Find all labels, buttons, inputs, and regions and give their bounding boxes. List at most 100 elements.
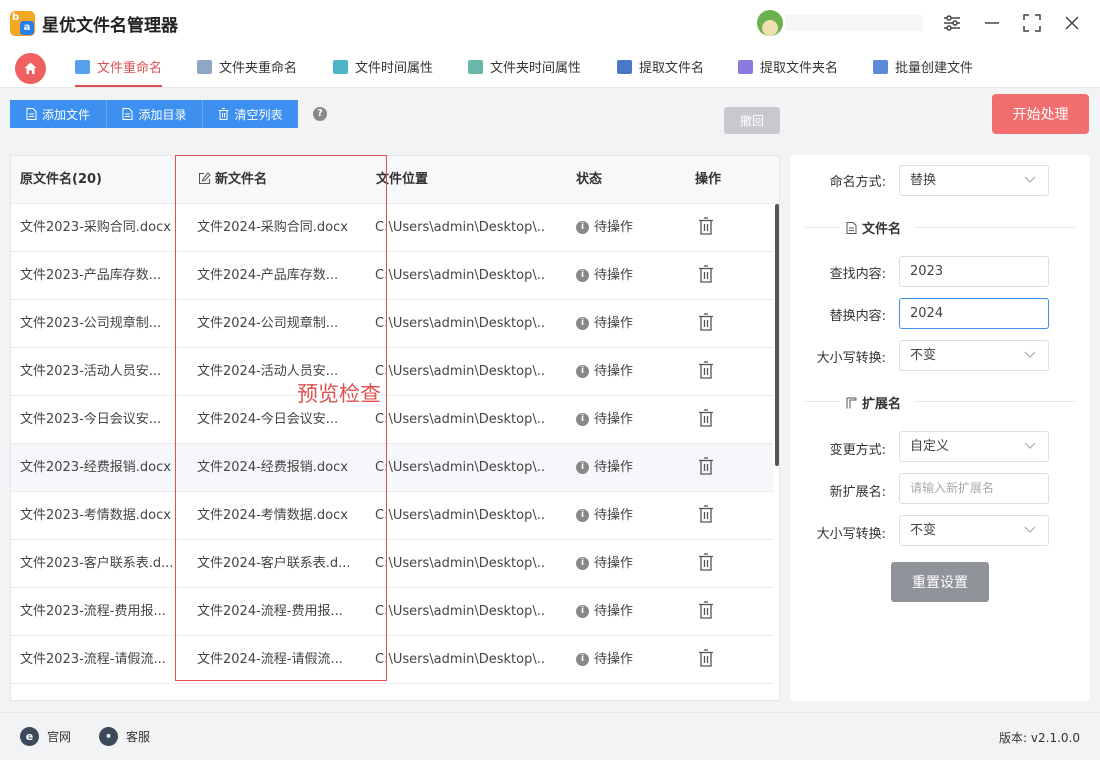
delete-row-icon[interactable] [698, 601, 714, 619]
folder-rename-icon [197, 59, 212, 74]
delete-row-icon[interactable] [698, 265, 714, 283]
extension-case-label: 大小写转换: [816, 527, 886, 542]
location-cell: C:\Users\admin\Desktop\... [375, 220, 545, 235]
table-row[interactable]: 文件2023-产品库存数... 文件2024-产品库存数... C:\Users\a… [11, 252, 773, 300]
table-row[interactable]: 文件2023-流程-请假流... 文件2024-流程-请假流... C:\Users… [11, 636, 773, 684]
original-name-cell: 文件2023-考情数据.docx [20, 508, 171, 523]
original-name-cell: 文件2023-客户联系表.d... [20, 556, 174, 571]
original-name-cell: 文件2023-今日会议安... [20, 412, 162, 427]
maximize-icon[interactable] [1020, 11, 1044, 35]
support-link[interactable]: • 客服 [99, 727, 150, 746]
tab-bar: 文件重命名 文件夹重命名 文件时间属性 文件夹时间属性 提取文件名 提取文件夹名… [0, 46, 1100, 88]
minimize-icon[interactable] [980, 11, 1004, 35]
tab-extract-foldername[interactable]: 提取文件夹名 [738, 46, 838, 87]
website-link[interactable]: e 官网 [20, 727, 71, 746]
table-row[interactable]: 文件2023-经费报销.docx 文件2024-经费报销.docx C:\Users… [11, 444, 773, 492]
add-file-button[interactable]: 添加文件 [10, 100, 107, 128]
file-icon [122, 108, 133, 120]
file-icon [846, 221, 857, 234]
delete-row-icon[interactable] [698, 361, 714, 379]
delete-row-icon[interactable] [698, 649, 714, 667]
settings-icon[interactable] [940, 11, 964, 35]
delete-row-icon[interactable] [698, 457, 714, 475]
delete-row-icon[interactable] [698, 313, 714, 331]
table-row[interactable]: 文件2023-考情数据.docx 文件2024-考情数据.docx C:\Users… [11, 492, 773, 540]
find-input[interactable]: 2023 [899, 256, 1049, 287]
extension-section-title: 扩展名 [846, 393, 901, 412]
table-scrollbar[interactable] [775, 204, 779, 466]
status-cell: i 待操作 [576, 396, 633, 443]
tab-file-rename[interactable]: 文件重命名 [75, 46, 163, 87]
info-icon: i [576, 413, 589, 426]
status-cell: i 待操作 [576, 204, 633, 251]
table-row[interactable]: 文件2023-公司规章制... 文件2024-公司规章制... C:\Users\a… [11, 300, 773, 348]
status-cell: i 待操作 [576, 444, 633, 491]
table-row[interactable]: 文件2023-今日会议安... 文件2024-今日会议安... C:\Users\a… [11, 396, 773, 444]
delete-row-icon[interactable] [698, 217, 714, 235]
case-select[interactable]: 不变 [899, 340, 1049, 371]
edit-icon [199, 172, 211, 184]
home-button[interactable] [15, 53, 46, 84]
status-cell: i 待操作 [576, 492, 633, 539]
app-logo: b a [10, 11, 35, 36]
status-cell: i 待操作 [576, 588, 633, 635]
delete-row-icon[interactable] [698, 505, 714, 523]
info-icon: i [576, 605, 589, 618]
location-cell: C:\Users\admin\Desktop\... [375, 412, 545, 427]
tab-file-time[interactable]: 文件时间属性 [333, 46, 433, 87]
naming-method-select[interactable]: 替换 [899, 165, 1049, 196]
new-name-cell: 文件2024-流程-费用报... [197, 604, 343, 619]
new-extension-label: 新扩展名: [829, 485, 886, 500]
original-name-cell: 文件2023-经费报销.docx [20, 460, 171, 475]
delete-row-icon[interactable] [698, 409, 714, 427]
close-icon[interactable] [1060, 11, 1084, 35]
status-cell: i 待操作 [576, 540, 633, 587]
new-name-cell: 文件2024-流程-请假流... [197, 652, 343, 667]
user-avatar[interactable] [757, 10, 783, 36]
tab-batch-create[interactable]: 批量创建文件 [873, 46, 973, 87]
tab-folder-rename[interactable]: 文件夹重命名 [197, 46, 297, 87]
table-row[interactable]: 文件2023-客户联系表.d... 文件2024-客户联系表.d... C:\Use… [11, 540, 773, 588]
extract-foldername-icon [738, 59, 753, 74]
table-row[interactable]: 文件2023-采购合同.docx 文件2024-采购合同.docx C:\Users… [11, 204, 773, 252]
replace-label: 替换内容: [829, 309, 886, 324]
new-name-cell: 文件2024-经费报销.docx [197, 460, 348, 475]
clear-list-button[interactable]: 清空列表 [203, 100, 298, 128]
tab-extract-filename[interactable]: 提取文件名 [617, 46, 704, 87]
reset-button[interactable]: 重置设置 [891, 562, 989, 602]
trash-icon [218, 108, 229, 120]
info-icon: i [576, 317, 589, 330]
user-name-redacted [785, 15, 923, 31]
extension-case-select[interactable]: 不变 [899, 515, 1049, 546]
table-row[interactable]: 文件2023-流程-费用报... 文件2024-流程-费用报... C:\Users… [11, 588, 773, 636]
info-icon: i [576, 653, 589, 666]
start-button[interactable]: 开始处理 [992, 94, 1089, 134]
naming-method-label: 命名方式: [829, 175, 886, 190]
new-extension-input[interactable]: 请输入新扩展名 [899, 473, 1049, 504]
header-action: 操作 [695, 172, 722, 187]
new-name-cell: 文件2024-考情数据.docx [197, 508, 348, 523]
undo-button[interactable]: 撤回 [724, 107, 780, 134]
version-label: 版本: v2.1.0.0 [999, 731, 1080, 745]
title-bar: b a 星优文件名管理器 [0, 0, 1100, 46]
location-cell: C:\Users\admin\Desktop\... [375, 652, 545, 667]
footer: e 官网 • 客服 版本: v2.1.0.0 [0, 712, 1100, 760]
add-directory-button[interactable]: 添加目录 [107, 100, 203, 128]
table-row[interactable]: 文件2023-活动人员安... 文件2024-活动人员安... C:\Users\a… [11, 348, 773, 396]
header-location: 文件位置 [376, 172, 429, 187]
location-cell: C:\Users\admin\Desktop\... [375, 268, 545, 283]
batch-create-icon [873, 59, 888, 74]
change-method-select[interactable]: 自定义 [899, 431, 1049, 462]
tab-folder-time[interactable]: 文件夹时间属性 [468, 46, 581, 87]
status-cell: i 待操作 [576, 348, 633, 395]
chevron-down-icon [1024, 442, 1036, 449]
help-icon[interactable]: ? [313, 107, 327, 121]
new-name-cell: 文件2024-采购合同.docx [197, 220, 348, 235]
chevron-down-icon [1024, 351, 1036, 358]
case-label: 大小写转换: [816, 351, 886, 366]
replace-input[interactable]: 2024 [899, 298, 1049, 329]
chat-icon: • [99, 727, 118, 746]
info-icon: i [576, 365, 589, 378]
filename-section-title: 文件名 [846, 218, 901, 237]
delete-row-icon[interactable] [698, 553, 714, 571]
